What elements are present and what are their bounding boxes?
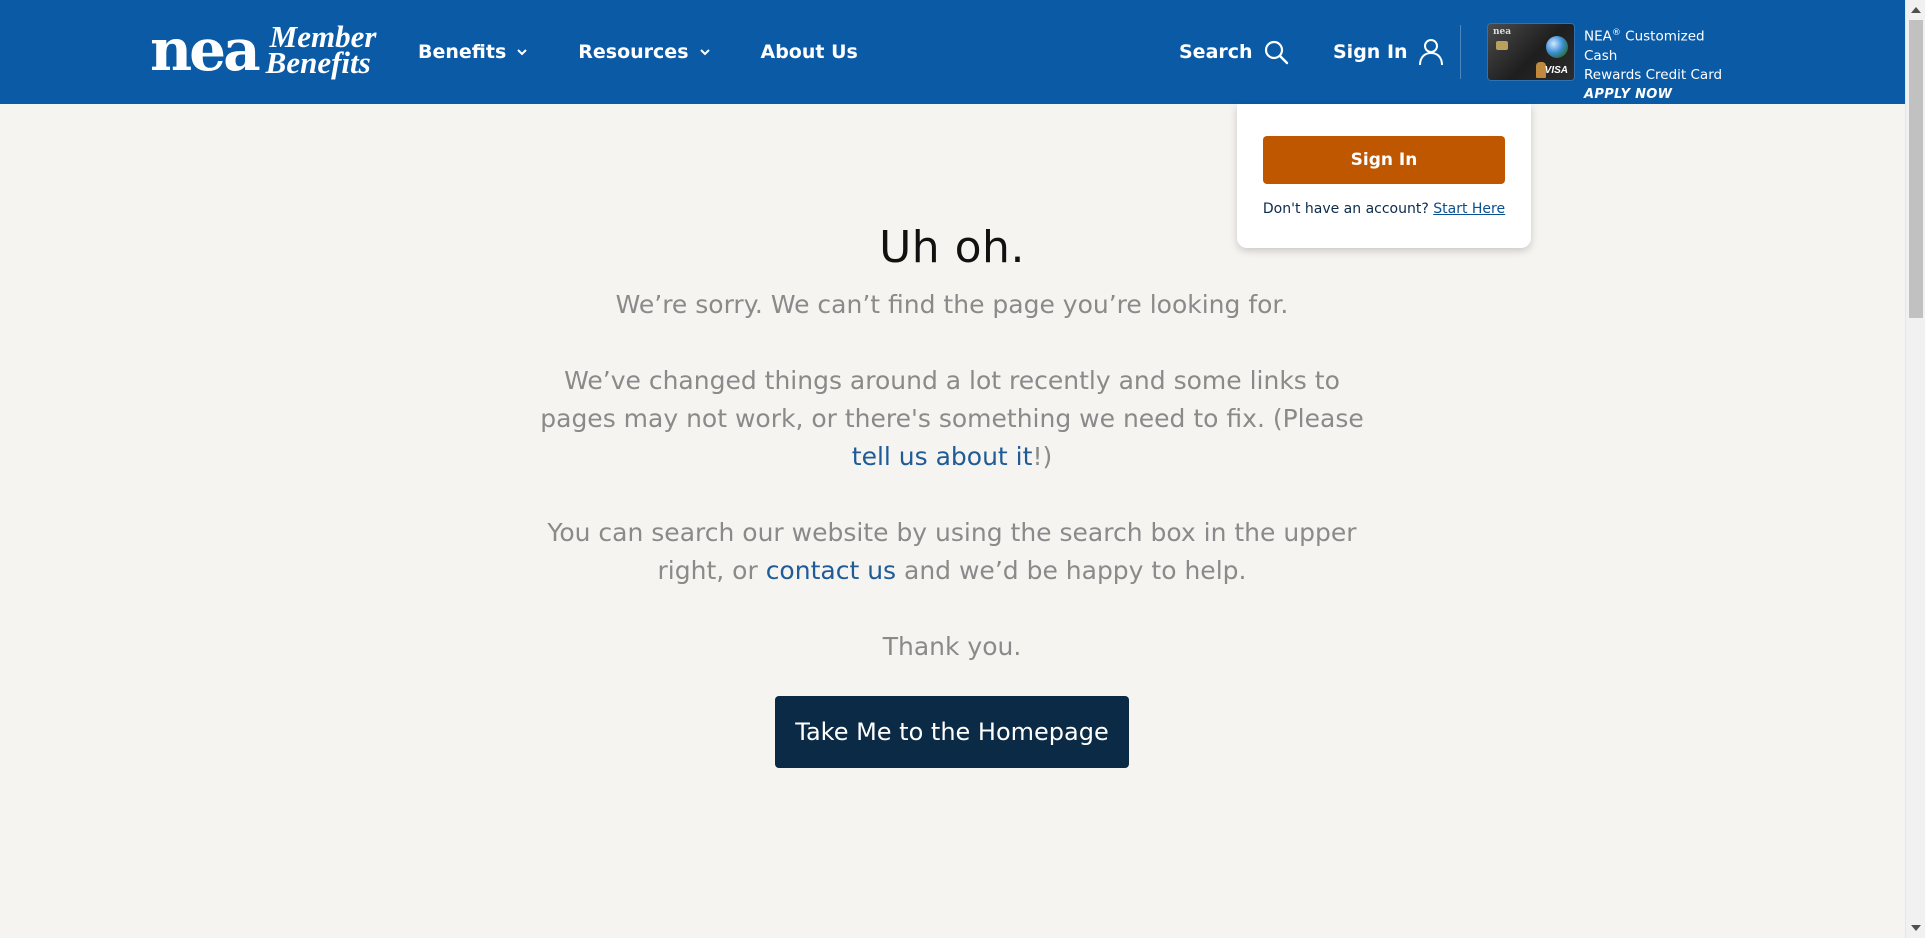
- sorry-message: We’re sorry. We can’t find the page you’…: [615, 290, 1289, 319]
- card-brand-text: nea: [1493, 27, 1512, 37]
- chevron-down-icon: [517, 49, 527, 56]
- nea-member-benefits-logo[interactable]: nea Member Benefits: [150, 16, 377, 84]
- nav-about-us-label: About Us: [760, 41, 858, 63]
- page-scrollbar[interactable]: [1905, 0, 1925, 938]
- logo-member-benefits-text: Member Benefits: [265, 21, 377, 80]
- search-button[interactable]: Search: [1179, 39, 1289, 65]
- nav-benefits-label: Benefits: [418, 41, 507, 63]
- logo-nea-text: nea: [150, 16, 261, 84]
- contact-us-link[interactable]: contact us: [766, 556, 896, 585]
- promo-line1-nea: NEA: [1584, 28, 1612, 45]
- header-signin-button[interactable]: Sign In: [1333, 38, 1444, 66]
- homepage-button[interactable]: Take Me to the Homepage: [775, 696, 1129, 768]
- search-help-after: and we’d be happy to help.: [896, 556, 1247, 585]
- search-area: Search: [1179, 0, 1289, 104]
- chevron-down-icon: [699, 49, 710, 56]
- logo-line2: Benefits: [265, 45, 371, 80]
- scroll-up-arrow-icon[interactable]: [1911, 7, 1921, 13]
- dropdown-signin-button[interactable]: Sign In: [1263, 136, 1505, 184]
- start-here-link[interactable]: Start Here: [1433, 201, 1505, 217]
- scroll-down-arrow-icon[interactable]: [1911, 925, 1921, 931]
- credit-card-promo[interactable]: nea VISA NEA® Customized Cash Rewards Cr…: [1488, 24, 1734, 104]
- page-title: Uh oh.: [879, 222, 1025, 273]
- changes-text-before: We’ve changed things around a lot recent…: [540, 366, 1364, 433]
- changes-text-after: !): [1032, 442, 1053, 471]
- thank-you-message: Thank you.: [882, 632, 1022, 661]
- card-chip-icon: [1496, 41, 1508, 50]
- header-divider: [1460, 25, 1461, 79]
- nav-resources-label: Resources: [578, 41, 689, 63]
- nav-benefits[interactable]: Benefits: [418, 41, 528, 63]
- search-label: Search: [1179, 41, 1253, 63]
- nav-resources[interactable]: Resources: [578, 41, 710, 63]
- changes-message: We’ve changed things around a lot recent…: [540, 362, 1364, 476]
- search-icon: [1264, 40, 1288, 65]
- error-content: Uh oh. We’re sorry. We can’t find the pa…: [540, 218, 1364, 768]
- nav-about-us[interactable]: About Us: [761, 41, 858, 63]
- credit-card-image: nea VISA: [1488, 24, 1574, 80]
- user-icon: [1418, 39, 1443, 66]
- globe-icon: [1546, 36, 1568, 58]
- promo-line2: Rewards Credit Card: [1584, 66, 1723, 83]
- tell-us-link[interactable]: tell us about it: [852, 442, 1033, 471]
- header-signin-label: Sign In: [1333, 41, 1408, 63]
- search-help-message: You can search our website by using the …: [540, 514, 1364, 590]
- signin-footer: Don't have an account? Start Here: [1237, 201, 1531, 217]
- registered-mark: ®: [1611, 28, 1621, 38]
- signin-area: Sign In: [1333, 0, 1444, 104]
- apply-now-link[interactable]: APPLY NOW: [1584, 85, 1734, 104]
- card-network-text: VISA: [1544, 65, 1568, 76]
- no-account-prompt: Don't have an account?: [1262, 201, 1429, 217]
- promo-text: NEA® Customized Cash Rewards Credit Card…: [1584, 24, 1734, 104]
- scrollbar-thumb[interactable]: [1909, 20, 1923, 318]
- site-header: nea Member Benefits Benefits Resources A…: [0, 0, 1905, 104]
- main-nav: Benefits Resources About Us: [418, 0, 908, 104]
